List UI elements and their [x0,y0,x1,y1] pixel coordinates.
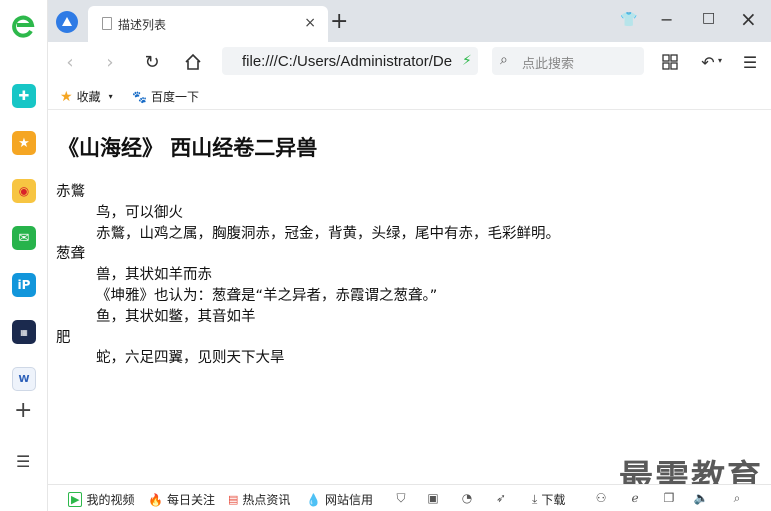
page-content: 《山海经》 西山经卷二异兽 赤鷩 鸟，可以御火 赤鷩，山鸡之属，胸腹洞赤，冠金，… [48,110,771,484]
download-button[interactable]: ⤓ 下载 [532,491,565,508]
undo-icon[interactable]: ↶ [696,50,720,74]
address-bar[interactable]: file:///C:/Users/Administrator/De [222,47,478,75]
window-close-button[interactable]: × [740,7,757,31]
status-bar: ▶ 我的视频 🔥 每日关注 ▤ 热点资讯 💧 网站信用 ⛉ ▣ ◔ ➶ ⤓ 下载… [48,484,771,511]
flame-icon: 🔥 [148,493,163,507]
zoom-icon[interactable]: ⌕ [730,491,744,505]
bookmarks-bar: ★ 收藏 ▾ 🐾 百度一下 [48,82,771,110]
speed-mode-icon[interactable]: ⚡ [462,53,472,69]
health-app-icon[interactable]: ✚ [12,84,36,108]
list-term: 赤鷩 [56,182,560,203]
search-input[interactable]: ⌕ 点此搜索 [492,47,644,75]
download-icon: ⤓ [532,492,537,507]
volume-icon[interactable]: 🔈 [694,491,708,505]
tab-bar: 描述列表 × + 👕 − □ × [48,0,771,42]
chevron-down-icon: ▾ [109,92,113,101]
description-list: 赤鷩 鸟，可以御火 赤鷩，山鸡之属，胸腹洞赤，冠金，背黄，头绿，尾中有赤，毛彩鲜… [56,182,560,369]
sidebar-menu-icon[interactable]: ☰ [16,452,30,471]
maximize-button[interactable]: □ [702,10,715,26]
page-doc-icon [102,17,112,30]
site-trust-label: 网站信用 [325,491,373,508]
baidu-paw-icon: 🐾 [132,90,147,104]
news-app-icon[interactable]: ▦ [12,320,36,344]
home-icon[interactable] [181,50,205,74]
browser-logo-icon[interactable] [11,15,37,41]
new-tab-button[interactable]: + [330,9,348,34]
download-label: 下载 [541,491,565,508]
mail-icon[interactable]: ✉ [12,226,36,250]
search-placeholder: 点此搜索 [522,57,574,72]
hot-news-label: 热点资讯 [242,491,290,508]
my-video-button[interactable]: ▶ 我的视频 [68,491,134,508]
add-app-icon[interactable]: + [14,398,32,423]
list-definition: 《坤雅》也认为：葱聋是“羊之异者，赤霞谓之葱聋。” [56,286,560,307]
window-icon[interactable]: ❐ [662,491,676,505]
word-doc-icon[interactable]: W [12,367,36,391]
page-title: 《山海经》 西山经卷二异兽 [58,132,317,162]
ie-icon[interactable]: ℯ [628,491,642,505]
list-definition: 赤鷩，山鸡之属，胸腹洞赤，冠金，背黄，头绿，尾中有赤，毛彩鲜明。 [56,224,560,245]
list-definition: 兽，其状如羊而赤 [56,265,560,286]
favorites-app-icon[interactable]: ★ [12,131,36,155]
grid-apps-icon[interactable] [658,50,682,74]
daily-follow-label: 每日关注 [167,491,215,508]
tab-active[interactable]: 描述列表 × [88,6,328,42]
toolbar: ‹ › ↻ file:///C:/Users/Administrator/De … [48,42,771,82]
image-icon[interactable]: ▣ [426,491,440,505]
back-icon[interactable]: ‹ [58,50,82,74]
minimize-button[interactable]: − [660,10,673,29]
list-definition: 鱼，其状如鳖，其音如羊 [56,307,560,328]
forward-icon[interactable]: › [98,50,122,74]
undo-dropdown-icon[interactable]: ▾ [718,56,722,65]
star-icon: ★ [60,89,73,105]
hot-news-button[interactable]: ▤ 热点资讯 [228,491,290,508]
tab-close-icon[interactable]: × [304,15,316,31]
weibo-icon[interactable]: ◉ [12,179,36,203]
shield-drop-icon: 💧 [306,493,321,507]
browser-home-logo-icon[interactable] [56,11,78,33]
skin-icon[interactable]: 👕 [620,12,637,28]
ip-app-icon[interactable]: iP [12,273,36,297]
site-trust-button[interactable]: 💧 网站信用 [306,491,373,508]
baidu-label: 百度一下 [151,88,199,105]
game-icon[interactable]: ⚇ [594,491,608,505]
address-url: file:///C:/Users/Administrator/De [242,53,452,70]
news-icon: ▤ [228,493,238,506]
list-definition: 鸟，可以御火 [56,203,560,224]
bookmark-baidu[interactable]: 🐾 百度一下 [132,88,199,105]
shield-icon[interactable]: ⛉ [394,491,408,505]
list-term: 葱聋 [56,244,560,265]
search-icon: ⌕ [500,52,508,68]
my-video-label: 我的视频 [86,491,134,508]
video-icon: ▶ [68,492,82,507]
tab-title: 描述列表 [118,16,166,33]
speed-icon[interactable]: ◔ [460,491,474,505]
rocket-icon[interactable]: ➶ [494,491,508,505]
sidebar: ✚ ★ ◉ ✉ iP ▦ W + ☰ [0,0,48,511]
favorites-button[interactable]: ★ 收藏 ▾ [60,88,113,105]
refresh-icon[interactable]: ↻ [140,50,164,74]
favorites-label: 收藏 [77,88,101,105]
list-term: 肥𧔥 [56,328,560,349]
daily-follow-button[interactable]: 🔥 每日关注 [148,491,215,508]
menu-icon[interactable]: ☰ [738,50,762,74]
list-definition: 蛇，六足四翼，见则天下大旱 [56,348,560,369]
